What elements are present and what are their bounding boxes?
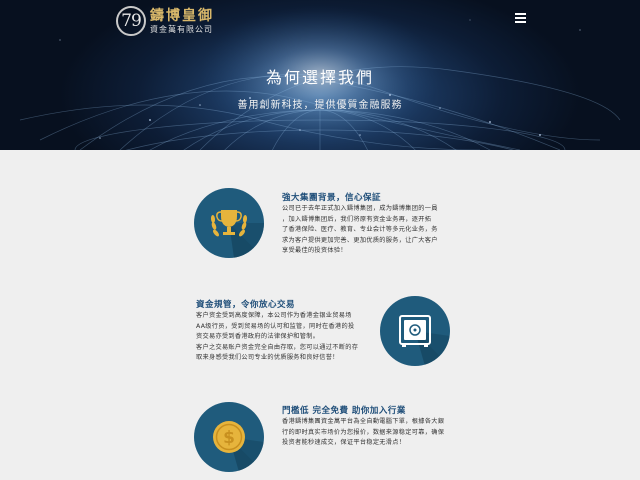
hero-subtitle: 善用創新科技，提供優質金融服務 bbox=[237, 100, 403, 111]
hero-banner: 79 鑄博皇御 資金萬有限公司 為何選擇我們 善用創新科技，提供優質金融服務 bbox=[0, 0, 640, 150]
feature-body-low-threshold: 香港鑄博集團資金萬平台為全自動電腦下單，根據各大銀 行的即时真实市场价为您报价，… bbox=[282, 418, 445, 446]
feature-title-low-threshold: 門檻低 完全免費 助你加入行業 bbox=[282, 406, 406, 416]
brand-logo[interactable]: 79 鑄博皇御 資金萬有限公司 bbox=[116, 6, 214, 36]
feature-title-background: 強大集團背景，信心保証 bbox=[282, 193, 382, 203]
brand-subtitle: 資金萬有限公司 bbox=[150, 24, 213, 34]
logo-badge: 79 bbox=[116, 6, 146, 36]
feature-title-regulation: 資金規管，令你放心交易 bbox=[196, 300, 296, 310]
trophy-icon bbox=[194, 188, 264, 258]
feature-body-regulation: 客户资金受到高度保障，本公司作为香港金银业贸易场 AA级行员，受到贸易场的认可和… bbox=[196, 312, 359, 361]
safe-icon bbox=[380, 296, 450, 366]
hamburger-menu-icon[interactable] bbox=[515, 13, 526, 23]
brand-name: 鑄博皇御 bbox=[150, 7, 214, 24]
feature-body-background: 公司已于去年正式加入鑄博集团，成为鑄博集团的一員 ，加入鑄博集团后，我们将原有资… bbox=[282, 205, 438, 254]
svg-text:$: $ bbox=[223, 428, 235, 448]
hero-title: 為何選擇我們 bbox=[265, 68, 374, 87]
dollar-coin-icon: $ bbox=[194, 402, 264, 472]
